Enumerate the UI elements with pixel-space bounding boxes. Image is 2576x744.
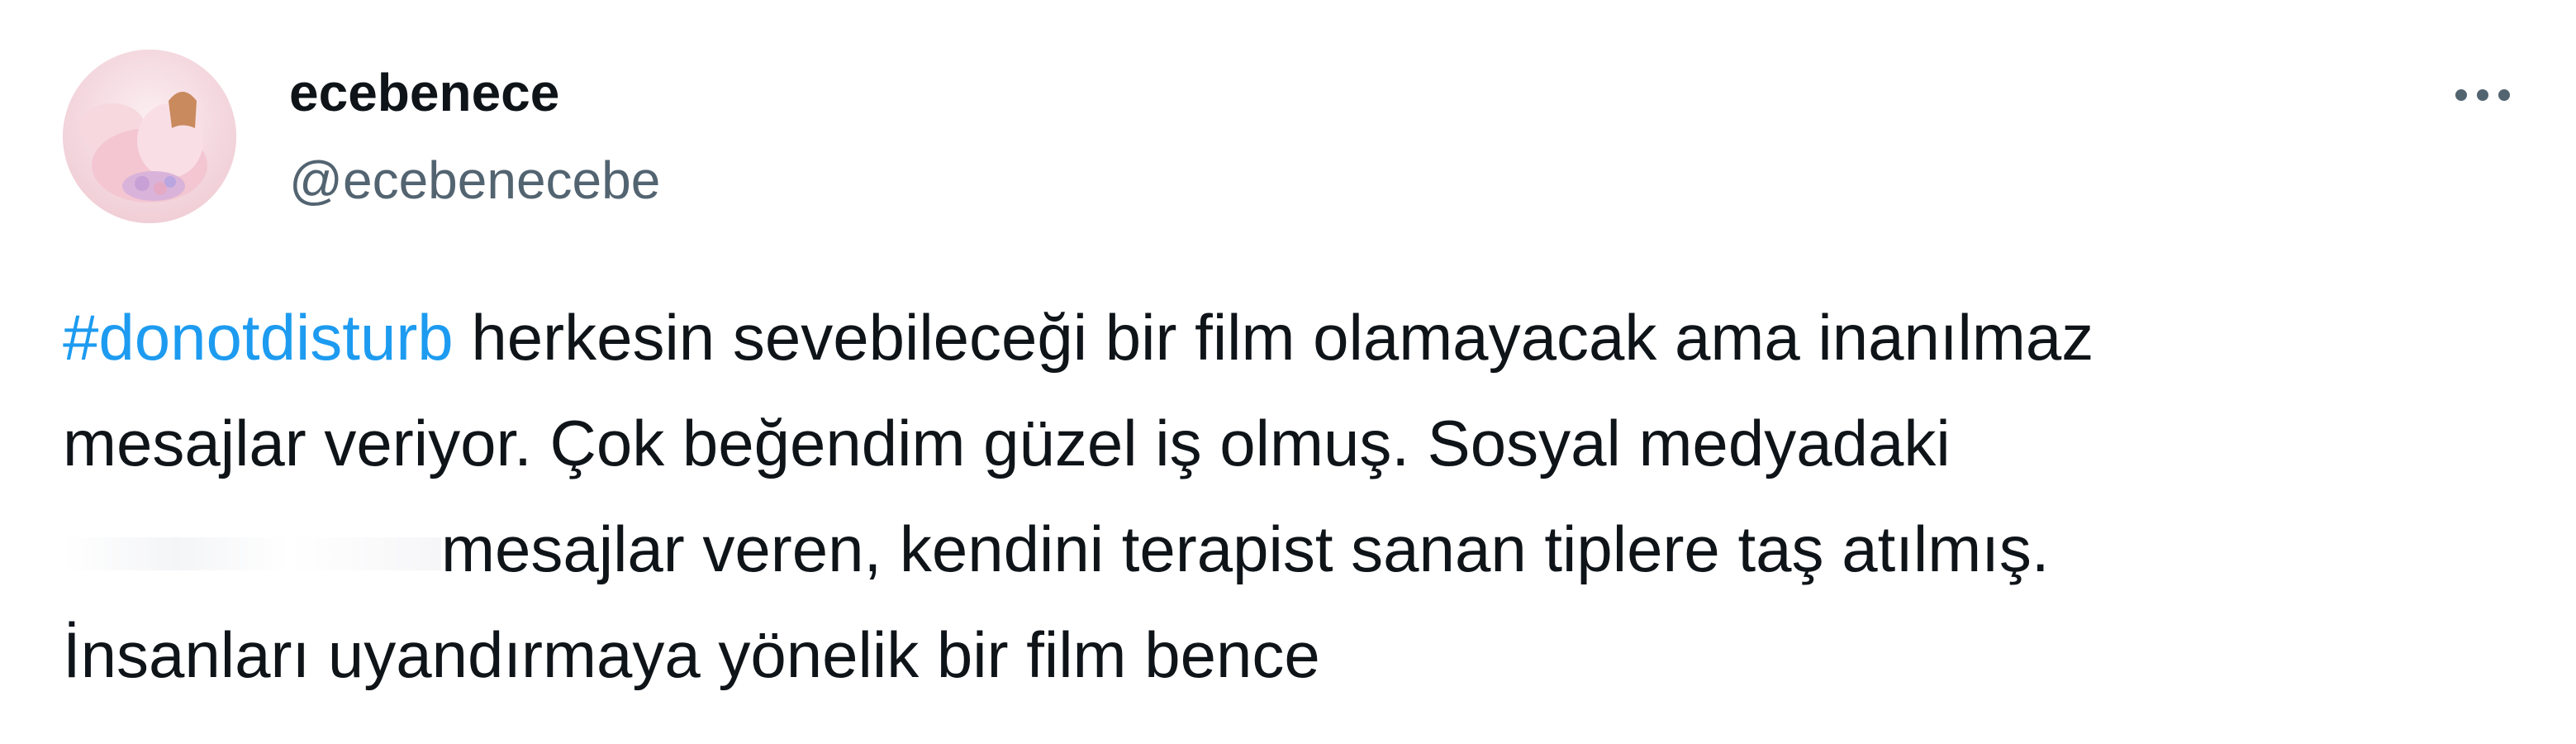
author-handle[interactable]: @ecebenecebe: [289, 147, 660, 213]
tweet-card: ecebenece @ecebenecebe #donotdisturb her…: [0, 0, 2576, 744]
avatar-photo: [63, 50, 236, 223]
more-horizontal-icon: [2450, 89, 2515, 101]
tweet-text-line: mesajlar veriyor. Çok beğendim güzel iş …: [63, 407, 1951, 479]
avatar[interactable]: [63, 50, 236, 223]
tweet-text-line: #donotdisturb herkesin sevebileceği bir …: [63, 284, 2541, 390]
hashtag-link[interactable]: #donotdisturb: [63, 301, 454, 374]
author-display-name[interactable]: ecebenece: [289, 60, 559, 126]
tweet-text: #donotdisturb herkesin sevebileceği bir …: [63, 284, 2541, 708]
more-options-button[interactable]: [2437, 66, 2528, 124]
tweet-text-segment: mesajlar veren, kendini terapist sanan t…: [441, 513, 2050, 585]
redacted-text: [63, 537, 441, 571]
tweet-text-segment: herkesin sevebileceği bir film olamayaca…: [453, 301, 2094, 374]
tweet-text-line: İnsanları uyandırmaya yönelik bir film b…: [63, 618, 1320, 691]
tweet-text-line: mesajlar veren, kendini terapist sanan t…: [63, 496, 2541, 602]
